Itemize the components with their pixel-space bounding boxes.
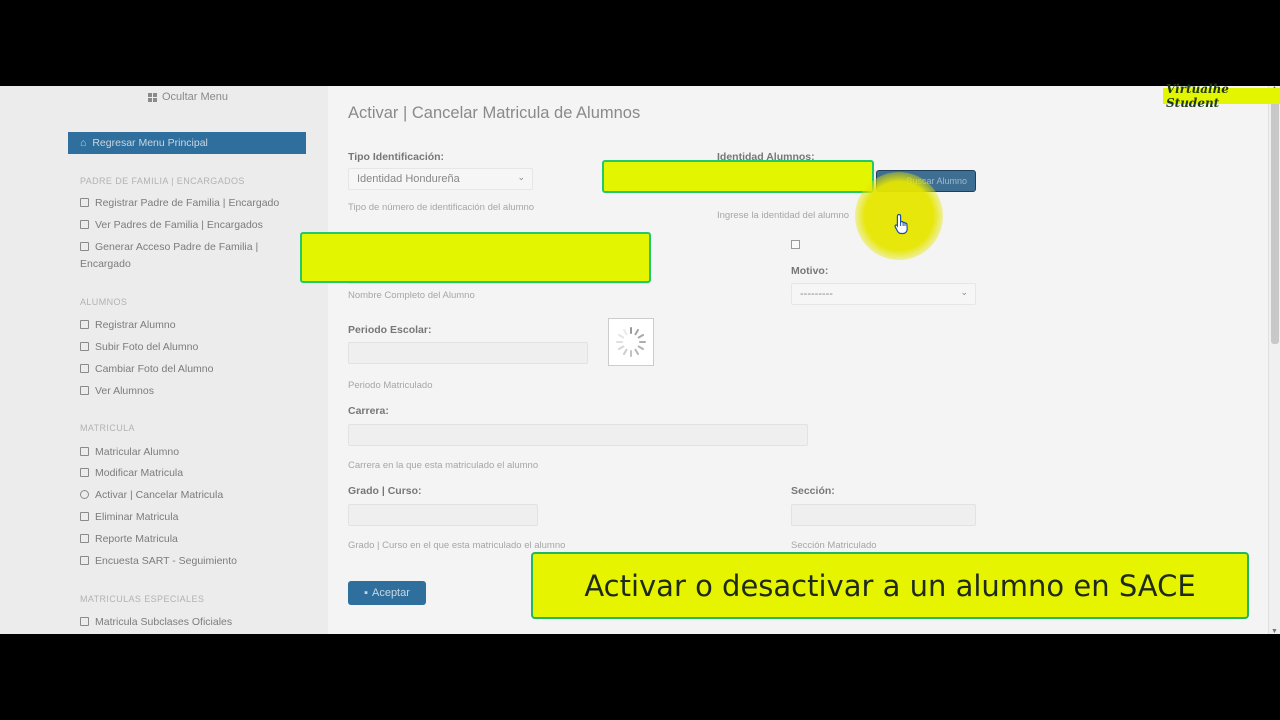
list-icon [80,386,89,395]
nav-item[interactable]: Registrar Padre de Familia | Encargado [80,195,280,212]
grid-icon [148,92,157,102]
nav-item[interactable]: Activar | Cancelar Matricula [80,487,280,504]
nav-item[interactable]: Reporte Matricula [80,531,280,548]
seccion-input [791,504,976,526]
nav-item-label: Cambiar Foto del Alumno [95,363,214,375]
grado-label: Grado | Curso: [348,485,422,497]
edit-icon [80,320,89,329]
list-icon [80,556,89,565]
hide-menu-label: Ocultar Menu [162,91,229,103]
section-title-especiales: MATRICULAS ESPECIALES [80,594,205,604]
carrera-input [348,424,808,446]
nav-item[interactable]: Ver Alumnos [80,383,280,400]
nav-item-label: Ver Alumnos [95,385,154,397]
tipo-select[interactable]: Identidad Hondureña ⌄ [348,168,533,190]
section-title-padres: PADRE DE FAMILIA | ENCARGADOS [80,176,245,186]
section-title-matricula: MATRICULA [80,423,135,433]
scroll-down-icon[interactable]: ▼ [1271,628,1278,634]
nav-item-label: Modificar Matricula [95,467,184,479]
tipo-hint: Tipo de número de identificación del alu… [348,202,535,213]
chevron-down-icon: ⌄ [960,287,968,297]
vertical-scrollbar[interactable]: ▲ ▼ [1268,86,1280,634]
edit-icon [80,242,89,251]
nav-item[interactable]: Cambiar Foto del Alumno [80,361,280,378]
nav-item-label: Registrar Alumno [95,319,176,331]
document-icon [80,534,89,543]
accept-button[interactable]: ▪ Aceptar [348,581,426,605]
edit-icon [80,447,89,456]
activate-checkbox[interactable] [791,240,800,249]
seccion-hint: Sección Matriculado [791,540,877,551]
nav-item[interactable]: Generar Acceso Padre de Familia | Encarg… [80,239,280,273]
refresh-icon [80,490,89,499]
list-icon [80,220,89,229]
check-edit-icon [80,468,89,477]
nav-item-label: Encuesta SART - Seguimiento [95,555,238,567]
save-icon: ▪ [364,587,368,599]
nav-item[interactable]: Modificar Matricula [80,465,280,482]
nav-item[interactable]: Eliminar Matricula [80,509,280,526]
nav-item[interactable]: Registrar Alumno [80,317,280,334]
spinner-icon [616,327,646,357]
nav-item[interactable]: Encuesta SART - Seguimiento [80,553,280,570]
loading-spinner [608,318,654,366]
nav-item-label: Generar Acceso Padre de Familia | Encarg… [80,241,259,270]
nav-item[interactable]: Matricular Alumno [80,444,280,461]
carrera-hint: Carrera en la que esta matriculado el al… [348,460,539,471]
nav-item-label: Ver Padres de Familia | Encargados [95,219,263,231]
camera-icon [80,342,89,351]
identidad-hint: Ingrese la identidad del alumno [717,210,850,221]
nav-item[interactable]: Subir Foto del Alumno [80,339,280,356]
periodo-input [348,342,588,364]
watermark: Virtualhe Student [1163,82,1280,110]
home-icon: ⌂ [80,137,87,149]
nav-item-label: Registrar Padre de Familia | Encargado [95,197,280,209]
periodo-hint: Periodo Matriculado [348,380,433,391]
main-menu-button[interactable]: ⌂ Regresar Menu Principal [68,132,306,154]
nav-item[interactable]: Ver Padres de Familia | Encargados [80,217,280,234]
page-title: Activar | Cancelar Matricula de Alumnos [348,104,641,122]
tipo-label: Tipo Identificación: [348,151,445,163]
nav-item[interactable]: Matricula Subclases Oficiales [80,614,280,631]
nav-item-label: Matricular Alumno [95,446,180,458]
camera-icon [80,364,89,373]
nav-item-label: Activar | Cancelar Matricula [95,489,224,501]
grado-hint: Grado | Curso en el que esta matriculado… [348,540,566,551]
chevron-down-icon: ⌄ [517,172,525,182]
edit-icon [80,617,89,626]
video-caption: Activar o desactivar a un alumno en SACE [531,552,1249,619]
nav-item-label: Subir Foto del Alumno [95,341,199,353]
hand-pointer-icon [894,213,908,235]
main-menu-label: Regresar Menu Principal [92,137,208,149]
edit-icon [80,198,89,207]
trash-icon [80,512,89,521]
periodo-label: Periodo Escolar: [348,324,432,336]
hide-menu-link[interactable]: Ocultar Menu [148,91,228,103]
grado-input [348,504,538,526]
seccion-label: Sección: [791,485,835,497]
nav-item-label: Matricula Subclases Oficiales [95,616,233,628]
redaction-box-nombre [300,232,651,283]
motivo-select[interactable]: --------- ⌄ [791,283,976,305]
nav-item-label: Reporte Matricula [95,533,178,545]
sidebar: Ocultar Menu ⌂ Regresar Menu Principal P… [0,86,328,634]
motivo-label: Motivo: [791,265,829,277]
motivo-select-value: --------- [800,288,833,300]
carrera-label: Carrera: [348,405,389,417]
section-title-alumnos: ALUMNOS [80,297,128,307]
tipo-select-value: Identidad Hondureña [357,173,460,185]
nav-item-label: Eliminar Matricula [95,511,179,523]
nombre-hint: Nombre Completo del Alumno [348,290,475,301]
scrollbar-thumb[interactable] [1271,92,1279,344]
accept-button-label: Aceptar [371,587,410,599]
redaction-box-identidad [602,160,874,193]
